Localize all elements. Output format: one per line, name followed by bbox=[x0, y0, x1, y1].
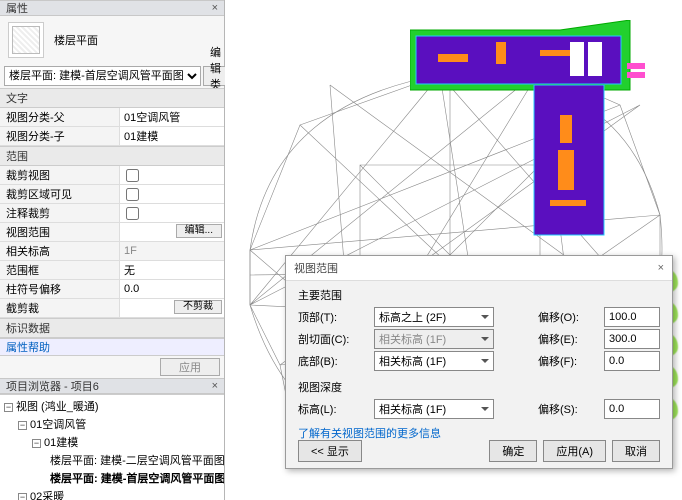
ok-button[interactable]: 确定 bbox=[489, 440, 537, 462]
tree-toggle-icon[interactable]: − bbox=[18, 493, 27, 500]
k-column-offset: 柱符号偏移 bbox=[0, 280, 120, 298]
properties-panel-title: 属性 × bbox=[0, 0, 224, 16]
tree-g1c[interactable]: 01建模 bbox=[44, 437, 78, 449]
left-panel-stack: 属性 × 楼层平面 楼层平面: 建模-首层空调风管平面图 编辑类型 文字 视图分… bbox=[0, 0, 225, 500]
type-selector[interactable]: 楼层平面: 建模-首层空调风管平面图 bbox=[4, 66, 201, 86]
primary-range-label: 主要范围 bbox=[298, 287, 660, 303]
floorplan-icon bbox=[8, 22, 44, 58]
group-text[interactable]: 文字 bbox=[0, 88, 224, 108]
chk-annotation-crop[interactable] bbox=[126, 207, 139, 220]
v-view-class-child[interactable] bbox=[124, 130, 220, 142]
pink-marker-icon bbox=[627, 63, 645, 69]
view-range-edit-button[interactable]: 编辑... bbox=[176, 224, 222, 238]
k-assoc-level: 相关标高 bbox=[0, 242, 120, 260]
k-view-class-child: 视图分类-子 bbox=[0, 127, 120, 145]
properties-title-label: 属性 bbox=[6, 0, 28, 16]
tree-item-active[interactable]: 楼层平面: 建模-首层空调风管平面图 bbox=[50, 473, 224, 485]
level-select[interactable]: 相关标高 (1F) bbox=[374, 399, 494, 419]
properties-type-header[interactable]: 楼层平面 bbox=[0, 16, 224, 64]
top-select[interactable]: 标高之上 (2F) bbox=[374, 307, 494, 327]
k-view-range: 视图范围 bbox=[0, 223, 120, 241]
offset-e-input[interactable] bbox=[604, 329, 660, 349]
top-label: 顶部(T): bbox=[298, 309, 368, 325]
bottom-label: 底部(B): bbox=[298, 353, 368, 369]
k-annotation-crop: 注释裁剪 bbox=[0, 204, 120, 222]
dialog-title: 视图范围 bbox=[294, 260, 338, 276]
k-view-class-parent: 视图分类-父 bbox=[0, 108, 120, 126]
dialog-titlebar[interactable]: 视图范围 × bbox=[286, 256, 672, 281]
k-crop-clip: 截剪裁 bbox=[0, 299, 120, 317]
v-column-offset[interactable] bbox=[124, 283, 220, 295]
v-assoc-level: 1F bbox=[120, 242, 224, 260]
tree-g2[interactable]: 02采暖 bbox=[30, 491, 64, 500]
tree-toggle-icon[interactable]: − bbox=[32, 439, 41, 448]
browser-panel-title: 项目浏览器 - 项目6 × bbox=[0, 378, 224, 394]
learn-more-link[interactable]: 了解有关视图范围的更多信息 bbox=[298, 425, 660, 441]
chk-crop-region-visible[interactable] bbox=[126, 188, 139, 201]
offset-e-label: 偏移(E): bbox=[538, 331, 598, 347]
tree-g1[interactable]: 01空调风管 bbox=[30, 419, 86, 431]
k-scope-box: 范围框 bbox=[0, 261, 120, 279]
offset-s-input[interactable] bbox=[604, 399, 660, 419]
offset-f-label: 偏移(F): bbox=[538, 353, 598, 369]
browser-title-label: 项目浏览器 - 项目6 bbox=[6, 378, 99, 394]
cancel-button[interactable]: 取消 bbox=[612, 440, 660, 462]
tree-item[interactable]: 楼层平面: 建模-二层空调风管平面图 bbox=[50, 455, 224, 467]
tree-toggle-icon[interactable]: − bbox=[18, 421, 27, 430]
browser-close-icon[interactable]: × bbox=[212, 380, 218, 392]
offset-f-input[interactable] bbox=[604, 351, 660, 371]
k-crop-region-visible: 裁剪区域可见 bbox=[0, 185, 120, 203]
view-depth-label: 视图深度 bbox=[298, 379, 660, 395]
cut-label: 剖切面(C): bbox=[298, 331, 368, 347]
type-icon-label: 楼层平面 bbox=[54, 32, 98, 48]
group-ident[interactable]: 标识数据 bbox=[0, 318, 224, 338]
bottom-select[interactable]: 相关标高 (1F) bbox=[374, 351, 494, 371]
group-extent[interactable]: 范围 bbox=[0, 146, 224, 166]
pink-marker-icon bbox=[627, 72, 645, 78]
properties-grid: 文字 视图分类-父 视图分类-子 范围 裁剪视图 裁剪区域可见 注释裁剪 视图范… bbox=[0, 88, 224, 338]
offset-o-label: 偏移(O): bbox=[538, 309, 598, 325]
properties-apply-button[interactable]: 应用 bbox=[160, 358, 220, 376]
show-button[interactable]: << 显示 bbox=[298, 440, 362, 462]
v-scope-box[interactable] bbox=[124, 264, 220, 276]
v-view-class-parent[interactable] bbox=[124, 111, 220, 123]
tree-toggle-icon[interactable]: − bbox=[4, 403, 13, 412]
project-browser[interactable]: −视图 (鸿业_暖通) −01空调风管 −01建模 楼层平面: 建模-二层空调风… bbox=[0, 394, 224, 500]
cut-select: 相关标高 (1F) bbox=[374, 329, 494, 349]
building-plan-wing bbox=[530, 85, 610, 245]
apply-button[interactable]: 应用(A) bbox=[543, 440, 606, 462]
crop-clip-button[interactable]: 不剪裁 bbox=[174, 300, 222, 314]
properties-help-link[interactable]: 属性帮助 bbox=[0, 338, 224, 355]
dialog-close-icon[interactable]: × bbox=[658, 262, 664, 274]
offset-o-input[interactable] bbox=[604, 307, 660, 327]
level-label: 标高(L): bbox=[298, 401, 368, 417]
k-crop-view: 裁剪视图 bbox=[0, 166, 120, 184]
properties-close-icon[interactable]: × bbox=[212, 2, 218, 14]
offset-s-label: 偏移(S): bbox=[538, 401, 598, 417]
view-range-dialog: 视图范围 × 主要范围 顶部(T): 标高之上 (2F) 偏移(O): 剖切面(… bbox=[285, 255, 673, 469]
chk-crop-view[interactable] bbox=[126, 169, 139, 182]
tree-root[interactable]: 视图 (鸿业_暖通) bbox=[16, 401, 99, 413]
